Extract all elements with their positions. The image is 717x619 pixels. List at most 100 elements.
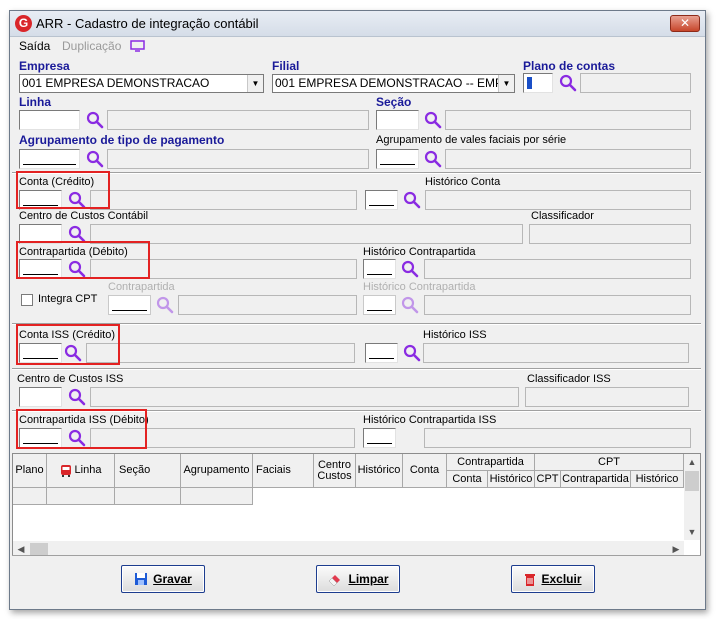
agrupamento-vales-faciais-label: Agrupamento de vales faciais por série xyxy=(376,134,567,146)
classificador-iss-label: Classificador ISS xyxy=(527,373,611,385)
historico-contrapartida-description xyxy=(424,259,691,279)
search-icon[interactable] xyxy=(86,111,104,129)
empresa-value: 001 EMPRESA DEMONSTRACAO xyxy=(22,76,210,90)
filial-select[interactable]: 001 EMPRESA DEMONSTRACAO -- EMPRES ▼ xyxy=(272,74,515,93)
excluir-button[interactable]: Excluir xyxy=(511,565,595,593)
historico-contrapartida-iss-description xyxy=(424,428,691,448)
gravar-button[interactable]: Gravar xyxy=(121,565,205,593)
grid-header-contrapartida-historico[interactable]: Histórico xyxy=(488,471,535,488)
grid-header-linha-label: Linha xyxy=(74,464,102,476)
secao-label: Seção xyxy=(376,95,412,109)
grid-header-cpt-historico[interactable]: Histórico xyxy=(631,471,684,488)
scroll-thumb[interactable] xyxy=(685,471,699,491)
historico-contrapartida-iss-label: Histórico Contrapartida ISS xyxy=(363,414,497,426)
gravar-label: Gravar xyxy=(153,572,192,586)
historico-contrapartida-input[interactable] xyxy=(363,259,396,279)
grid-header-faciais[interactable]: Faciais xyxy=(253,454,314,488)
integration-grid[interactable]: Plano Linha Seção Agrupamento Faciais Ce… xyxy=(12,453,701,559)
plano-de-contas-label: Plano de contas xyxy=(523,59,616,73)
agrupamento-vales-faciais-description xyxy=(445,149,691,169)
grid-cell[interactable] xyxy=(13,488,47,505)
centro-custos-iss-input[interactable] xyxy=(19,387,62,407)
grid-header-secao[interactable]: Seção xyxy=(115,454,181,488)
centro-custos-contabil-description xyxy=(90,224,523,244)
historico-contrapartida-iss-input[interactable] xyxy=(363,428,396,448)
empresa-select[interactable]: 001 EMPRESA DEMONSTRACAO ▼ xyxy=(19,74,264,93)
centro-custos-contabil-label: Centro de Custos Contábil xyxy=(19,210,149,222)
historico-iss-label: Histórico ISS xyxy=(423,329,487,341)
close-button[interactable]: ✕ xyxy=(670,15,700,32)
eraser-icon xyxy=(327,572,343,587)
monitor-icon[interactable] xyxy=(130,40,145,52)
grid-header-linha[interactable]: Linha xyxy=(47,454,115,488)
integra-cpt-checkbox[interactable] xyxy=(21,294,33,306)
linha-description xyxy=(107,110,369,130)
search-icon[interactable] xyxy=(559,74,577,92)
secao-input[interactable] xyxy=(376,110,419,130)
grid-cell[interactable] xyxy=(115,488,181,505)
agrupamento-tipo-pagamento-input[interactable] xyxy=(19,149,80,169)
search-icon[interactable] xyxy=(424,150,442,168)
centro-custos-iss-description xyxy=(90,387,519,407)
conta-iss-credito-description xyxy=(86,343,355,363)
bus-icon xyxy=(60,464,72,478)
app-logo-icon: G xyxy=(15,15,32,32)
filial-label: Filial xyxy=(272,59,300,73)
highlight-box xyxy=(16,409,147,449)
plano-de-contas-input[interactable] xyxy=(523,73,553,93)
classificador-iss-field xyxy=(525,387,689,407)
main-window: G ARR - Cadastro de integração contábil … xyxy=(9,10,706,610)
search-icon[interactable] xyxy=(403,344,421,362)
chevron-down-icon[interactable]: ▼ xyxy=(684,524,700,540)
grid-cell[interactable] xyxy=(181,488,253,505)
search-icon[interactable] xyxy=(86,150,104,168)
search-icon[interactable] xyxy=(401,296,419,314)
contrapartida-cpt-input[interactable] xyxy=(108,295,151,315)
chevron-down-icon[interactable]: ▼ xyxy=(247,75,263,92)
chevron-down-icon[interactable]: ▼ xyxy=(498,75,514,92)
integra-cpt-label: Integra CPT xyxy=(38,293,98,305)
historico-iss-description xyxy=(423,343,689,363)
search-icon[interactable] xyxy=(401,260,419,278)
grid-header-cpt-group: CPT xyxy=(535,454,684,471)
menu-bar: Saída Duplicação xyxy=(10,38,705,55)
grid-header-centro-custos[interactable]: Centro Custos xyxy=(314,454,356,488)
agrupamento-vales-faciais-input[interactable] xyxy=(376,149,419,169)
limpar-button[interactable]: Limpar xyxy=(316,565,400,593)
linha-input[interactable] xyxy=(19,110,80,130)
grid-header-historico[interactable]: Histórico xyxy=(356,454,403,488)
search-icon[interactable] xyxy=(68,388,86,406)
grid-header-contrapartida-conta[interactable]: Conta xyxy=(447,471,488,488)
grid-header-contrapartida-group: Contrapartida xyxy=(447,454,535,471)
classificador-label: Classificador xyxy=(531,210,594,222)
grid-header-conta[interactable]: Conta xyxy=(403,454,447,488)
linha-label: Linha xyxy=(19,95,51,109)
historico-conta-input[interactable] xyxy=(365,190,398,210)
historico-iss-input[interactable] xyxy=(365,343,398,363)
historico-contrapartida-cpt-input[interactable] xyxy=(363,295,396,315)
trash-icon xyxy=(524,572,536,586)
search-icon[interactable] xyxy=(424,111,442,129)
menu-duplicacao[interactable]: Duplicação xyxy=(62,39,121,53)
grid-cell[interactable] xyxy=(47,488,115,505)
scroll-up-icon[interactable]: ▲ xyxy=(684,454,700,470)
search-icon[interactable] xyxy=(156,296,174,314)
classificador-field xyxy=(529,224,691,244)
grid-header-cpt-contrapartida[interactable]: Contrapartida xyxy=(561,471,631,488)
grid-header-cpt[interactable]: CPT xyxy=(535,471,561,488)
grid-header-agrupamento[interactable]: Agrupamento xyxy=(181,454,253,488)
agrupamento-tipo-pagamento-label: Agrupamento de tipo de pagamento xyxy=(19,133,225,147)
grid-header-plano[interactable]: Plano xyxy=(13,454,47,488)
menu-saida[interactable]: Saída xyxy=(19,39,50,53)
vertical-scrollbar[interactable]: ▲ ▼ xyxy=(684,454,700,540)
empresa-label: Empresa xyxy=(19,59,70,73)
highlight-box xyxy=(16,324,120,365)
highlight-box xyxy=(16,171,110,209)
search-icon[interactable] xyxy=(403,191,421,209)
historico-conta-description xyxy=(425,190,691,210)
plano-de-contas-description xyxy=(580,73,691,93)
historico-contrapartida-cpt-description xyxy=(424,295,691,315)
contrapartida-cpt-label: Contrapartida xyxy=(108,281,175,293)
excluir-label: Excluir xyxy=(541,572,582,586)
secao-description xyxy=(445,110,691,130)
